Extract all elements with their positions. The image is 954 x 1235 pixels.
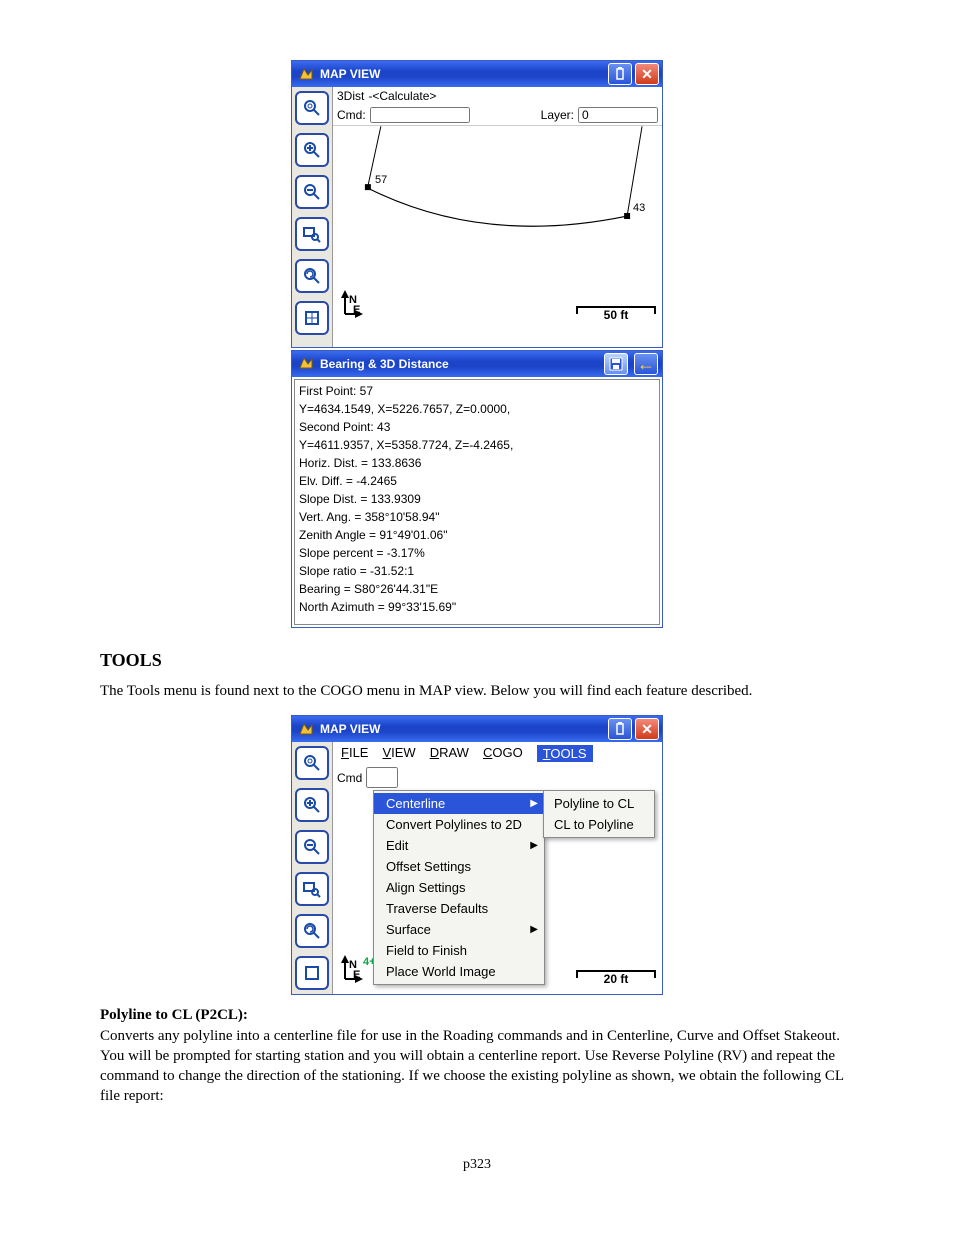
section-intro: The Tools menu is found next to the COGO… xyxy=(100,681,854,701)
result-line: Second Point: 43 xyxy=(299,418,655,436)
menu-item-surface[interactable]: Surface xyxy=(374,919,544,940)
app-icon xyxy=(298,721,314,737)
back-button[interactable]: ← xyxy=(634,353,658,375)
menu-view[interactable]: VIEW xyxy=(382,745,415,762)
result-line: Elv. Diff. = -4.2465 xyxy=(299,472,655,490)
result-line: First Point: 57 xyxy=(299,382,655,400)
map-view-window-2: MAP VIEW ✕ xyxy=(291,715,663,995)
map-view-window: MAP VIEW ✕ xyxy=(291,60,663,348)
result-line: Y=4611.9357, X=5358.7724, Z=-4.2465, xyxy=(299,436,655,454)
calc-prefix: 3Dist xyxy=(337,89,364,103)
result-line: Vert. Ang. = 358°10'58.94" xyxy=(299,508,655,526)
result-line: Slope Dist. = 133.9309 xyxy=(299,490,655,508)
canvas-area: FILE VIEW DRAW COGO TOOLS Cmd ↖ CenterlineCo… xyxy=(333,742,662,994)
result-line: Bearing = S80°26'44.31"E xyxy=(299,580,655,598)
scale-bar: 20 ft xyxy=(576,970,656,986)
cmd-label: Cmd xyxy=(337,771,362,785)
titlebar-mapview-2: MAP VIEW ✕ xyxy=(292,716,662,742)
bearing-results-list[interactable]: First Point: 57Y=4634.1549, X=5226.7657,… xyxy=(294,379,660,625)
pan-button[interactable] xyxy=(295,956,329,990)
polyline-heading: Polyline to CL (P2CL): xyxy=(100,1007,248,1023)
scale-bar: 50 ft xyxy=(576,306,656,322)
menu-item-centerline[interactable]: Centerline xyxy=(374,793,544,814)
window-title: MAP VIEW xyxy=(320,67,608,81)
zoom-in-button[interactable] xyxy=(295,788,329,822)
centerline-submenu: Polyline to CLCL to Polyline xyxy=(543,790,655,838)
calc-value: -<Calculate> xyxy=(368,89,436,103)
result-line: Horiz. Dist. = 133.8636 xyxy=(299,454,655,472)
menu-item-edit[interactable]: Edit xyxy=(374,835,544,856)
zoom-extents-button[interactable] xyxy=(295,91,329,125)
cmd-input[interactable] xyxy=(370,107,470,123)
menu-tools[interactable]: TOOLS xyxy=(537,745,593,762)
save-button[interactable] xyxy=(604,353,628,375)
menu-file[interactable]: FILE xyxy=(341,745,368,762)
battery-button[interactable] xyxy=(608,63,632,85)
pan-button[interactable] xyxy=(295,301,329,335)
canvas-area: 3Dist -<Calculate> Cmd: Layer: 57 xyxy=(333,87,662,347)
menu-item-traverse-defaults[interactable]: Traverse Defaults xyxy=(374,898,544,919)
compass-icon: N E xyxy=(339,955,363,986)
map-canvas[interactable]: 57 43 N E 50 ft xyxy=(333,125,662,326)
bearing-titlebar: Bearing & 3D Distance ← xyxy=(292,351,662,377)
page-number: p323 xyxy=(100,1157,854,1173)
result-line: Slope percent = -3.17% xyxy=(299,544,655,562)
side-toolbar xyxy=(292,742,333,994)
menu-item-place-world-image[interactable]: Place World Image xyxy=(374,961,544,982)
zoom-out-button[interactable] xyxy=(295,830,329,864)
result-line: Slope ratio = -31.52:1 xyxy=(299,562,655,580)
menubar: FILE VIEW DRAW COGO TOOLS xyxy=(333,742,662,765)
bearing-panel: Bearing & 3D Distance ← First Point: 57Y… xyxy=(291,350,663,628)
layer-input[interactable] xyxy=(578,107,658,123)
section-heading-tools: TOOLS xyxy=(100,650,854,671)
zoom-previous-button[interactable] xyxy=(295,259,329,293)
point-label-1: 57 xyxy=(375,174,387,186)
cmd-label: Cmd: xyxy=(337,108,366,122)
menu-item-field-to-finish[interactable]: Field to Finish xyxy=(374,940,544,961)
close-button[interactable]: ✕ xyxy=(635,718,659,740)
submenu-item-polyline-to-cl[interactable]: Polyline to CL xyxy=(544,793,654,814)
menu-item-align-settings[interactable]: Align Settings xyxy=(374,877,544,898)
bearing-title: Bearing & 3D Distance xyxy=(320,357,598,371)
tools-dropdown: ↖ CenterlineConvert Polylines to 2DEditO… xyxy=(373,790,545,985)
menu-item-offset-settings[interactable]: Offset Settings xyxy=(374,856,544,877)
result-line: Y=4634.1549, X=5226.7657, Z=0.0000, xyxy=(299,400,655,418)
menu-cogo[interactable]: COGO xyxy=(483,745,523,762)
menu-item-convert-polylines-to-2d[interactable]: Convert Polylines to 2D xyxy=(374,814,544,835)
zoom-in-button[interactable] xyxy=(295,133,329,167)
zoom-previous-button[interactable] xyxy=(295,914,329,948)
side-toolbar xyxy=(292,87,333,347)
window-title: MAP VIEW xyxy=(320,722,608,736)
polyline-paragraph: Polyline to CL (P2CL): Converts any poly… xyxy=(100,1005,854,1106)
titlebar-mapview: MAP VIEW ✕ xyxy=(292,61,662,87)
battery-button[interactable] xyxy=(608,718,632,740)
cmd-input[interactable] xyxy=(366,767,398,788)
zoom-out-button[interactable] xyxy=(295,175,329,209)
point-label-2: 43 xyxy=(633,202,645,214)
result-line: North Azimuth = 99°33'15.69" xyxy=(299,598,655,616)
compass-icon: N E xyxy=(339,290,363,318)
zoom-window-button[interactable] xyxy=(295,217,329,251)
close-button[interactable]: ✕ xyxy=(635,63,659,85)
zoom-extents-button[interactable] xyxy=(295,746,329,780)
submenu-item-cl-to-polyline[interactable]: CL to Polyline xyxy=(544,814,654,835)
polyline-body: Converts any polyline into a centerline … xyxy=(100,1028,843,1105)
result-line: Zenith Angle = 91°49'01.06" xyxy=(299,526,655,544)
menu-draw[interactable]: DRAW xyxy=(430,745,469,762)
app-icon xyxy=(298,355,314,374)
layer-label: Layer: xyxy=(541,108,574,122)
app-icon xyxy=(298,66,314,82)
zoom-window-button[interactable] xyxy=(295,872,329,906)
